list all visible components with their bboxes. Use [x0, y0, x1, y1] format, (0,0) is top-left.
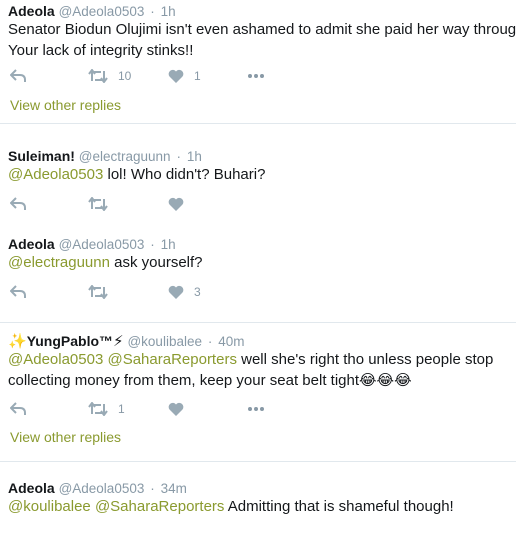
separator-dot: ·	[150, 481, 155, 496]
retweet-button[interactable]: 10	[88, 68, 131, 84]
more-options-button[interactable]	[248, 68, 264, 84]
author-handle[interactable]: @koulibalee	[127, 334, 202, 349]
mention-link[interactable]: @electraguunn	[8, 254, 110, 271]
separator-dot: ·	[150, 237, 155, 252]
like-button[interactable]: 3	[168, 284, 201, 300]
author-name[interactable]: Adeola	[8, 3, 55, 19]
tweet-text: @koulibalee @SaharaReporters Admitting t…	[8, 496, 454, 517]
heart-icon	[168, 69, 184, 83]
tweet-actions	[10, 196, 310, 212]
retweet-button[interactable]: 1	[88, 401, 125, 417]
retweet-icon	[88, 197, 108, 211]
tweet-text: @Adeola0503 @SaharaReporters well she's …	[8, 349, 493, 391]
tweet-actions: 1	[10, 401, 310, 417]
more-icon	[248, 74, 252, 78]
lightning-icon: ⚡	[113, 333, 124, 350]
view-other-replies-link[interactable]: View other replies	[10, 429, 121, 445]
mention-link[interactable]: @koulibalee	[8, 498, 91, 515]
timestamp[interactable]: 1h	[187, 149, 202, 164]
reply-icon	[10, 402, 26, 415]
view-other-replies-link[interactable]: View other replies	[10, 97, 121, 113]
mention-link[interactable]: @Adeola0503	[8, 351, 103, 368]
tweet[interactable]: Adeola @Adeola0503 · 1h Senator Biodun O…	[0, 0, 516, 122]
reply-button[interactable]	[10, 68, 26, 84]
heart-icon	[168, 402, 184, 416]
mention-link[interactable]: @SaharaReporters	[107, 351, 236, 368]
separator-dot: ·	[176, 149, 181, 164]
like-button[interactable]	[168, 196, 184, 212]
tweet-text-body: ask yourself?	[109, 254, 203, 271]
separator-dot: ·	[207, 334, 213, 349]
reply-button[interactable]	[10, 284, 26, 300]
tweet[interactable]: Suleiman! @electraguunn · 1h @Adeola0503…	[0, 140, 516, 220]
tweet-header: Suleiman! @electraguunn · 1h	[8, 148, 202, 164]
sparkles-icon: ✨	[8, 333, 27, 350]
tweet-text-body: lol! Who didn't? Buhari?	[103, 166, 266, 183]
author-name[interactable]: YungPablo™	[27, 333, 113, 349]
author-name[interactable]: Suleiman!	[8, 148, 75, 164]
tweet-header: Adeola @Adeola0503 · 34m	[8, 480, 187, 496]
retweet-button[interactable]	[88, 284, 108, 300]
tweet-text: Senator Biodun Olujimi isn't even ashame…	[8, 19, 516, 61]
tweet-text-line: Your lack of integrity stinks!!	[8, 42, 194, 59]
tweet-text-line: collecting money from them, keep your se…	[8, 370, 493, 391]
tweet-text-body: well she's right tho unless people stop	[236, 351, 494, 368]
reply-icon	[10, 69, 26, 82]
tweet-header: Adeola @Adeola0503 · 1h	[8, 236, 176, 252]
tweet-actions: 10 1	[10, 68, 310, 84]
tweet-text-body: collecting money from them, keep your se…	[8, 372, 360, 389]
tweet-header: ✨YungPablo™⚡ @koulibalee · 40m	[8, 332, 245, 350]
author-handle[interactable]: @Adeola0503	[59, 481, 145, 496]
timestamp[interactable]: 40m	[218, 334, 244, 349]
more-icon	[248, 407, 252, 411]
author-name[interactable]: Adeola	[8, 236, 55, 252]
reply-icon	[10, 285, 26, 298]
like-button[interactable]: 1	[168, 68, 201, 84]
reply-button[interactable]	[10, 401, 26, 417]
tweet-header: Adeola @Adeola0503 · 1h	[8, 3, 176, 19]
tweet-text-line: @Adeola0503 @SaharaReporters well she's …	[8, 349, 493, 370]
timestamp[interactable]: 1h	[161, 4, 176, 19]
separator-dot: ·	[150, 4, 155, 19]
tweet-text: @Adeola0503 lol! Who didn't? Buhari?	[8, 164, 265, 185]
author-handle[interactable]: @Adeola0503	[59, 237, 145, 252]
heart-icon	[168, 197, 184, 211]
like-count: 1	[194, 69, 201, 83]
retweet-icon	[88, 402, 108, 416]
reply-button[interactable]	[10, 196, 26, 212]
retweet-icon	[88, 69, 108, 83]
retweet-count: 1	[118, 402, 125, 416]
author-handle[interactable]: @Adeola0503	[59, 4, 145, 19]
tweet[interactable]: Adeola @Adeola0503 · 1h @electraguunn as…	[0, 228, 516, 308]
divider	[0, 322, 516, 323]
timestamp[interactable]: 34m	[161, 481, 187, 496]
divider	[0, 461, 516, 462]
tweet-actions: 3	[10, 284, 310, 300]
tweet[interactable]: Adeola @Adeola0503 · 34m @koulibalee @Sa…	[0, 472, 516, 548]
timestamp[interactable]: 1h	[161, 237, 176, 252]
tweet[interactable]: ✨YungPablo™⚡ @koulibalee · 40m @Adeola05…	[0, 328, 516, 456]
laughing-emoji: 😂😂😂	[359, 372, 412, 389]
divider	[0, 123, 516, 124]
retweet-button[interactable]	[88, 196, 108, 212]
mention-link[interactable]: @SaharaReporters	[95, 498, 224, 515]
tweet-text-body: Admitting that is shameful though!	[224, 498, 454, 515]
mention-link[interactable]: @Adeola0503	[8, 166, 103, 183]
like-button[interactable]	[168, 401, 184, 417]
tweet-text: @electraguunn ask yourself?	[8, 252, 203, 273]
heart-icon	[168, 285, 184, 299]
tweet-text-line: Senator Biodun Olujimi isn't even ashame…	[8, 21, 516, 38]
more-options-button[interactable]	[248, 401, 264, 417]
author-name[interactable]: Adeola	[8, 480, 55, 496]
retweet-count: 10	[118, 69, 132, 83]
like-count: 3	[194, 285, 201, 299]
author-handle[interactable]: @electraguunn	[79, 149, 171, 164]
retweet-icon	[88, 285, 108, 299]
reply-icon	[10, 197, 26, 210]
